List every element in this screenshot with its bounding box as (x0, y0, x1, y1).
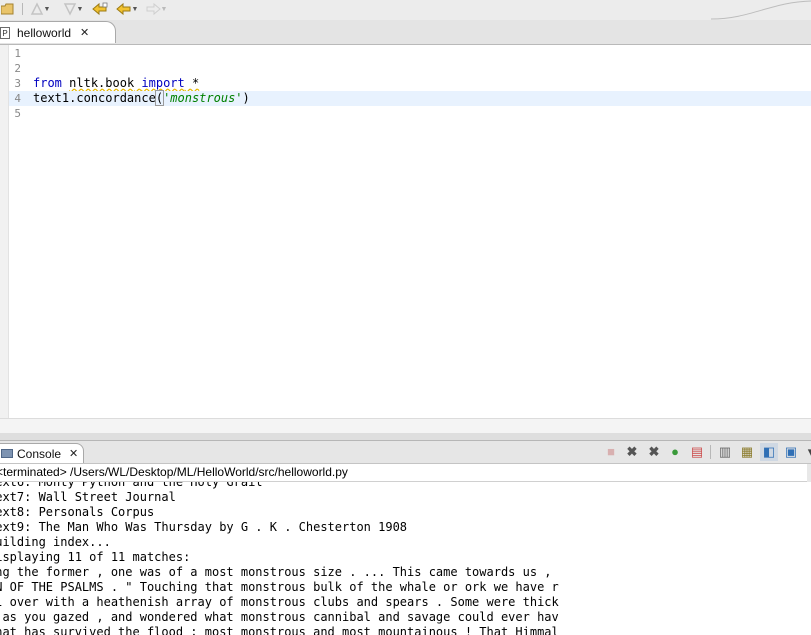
code-text: text1.concordance('monstrous') (33, 90, 250, 106)
close-icon[interactable]: ✕ (69, 447, 78, 460)
back-arrow-icon[interactable]: ▼ (113, 1, 141, 17)
stop-icon[interactable]: ■ (602, 443, 620, 461)
new-console-icon[interactable]: ▾ (802, 443, 811, 461)
debug-settings-icon[interactable]: ● (666, 443, 684, 461)
code-line-current[interactable]: 4 text1.concordance('monstrous') (0, 90, 811, 106)
console-line: ON OF THE PSALMS . " Touching that monst… (0, 580, 559, 594)
panel-sash[interactable] (0, 433, 811, 441)
remove-all-terminated-icon[interactable]: ✖ (645, 443, 663, 461)
code-line[interactable]: 1 (0, 46, 811, 61)
console-icon (1, 449, 13, 458)
console-output[interactable]: text6: Monty Python and the Holy Grail t… (0, 482, 811, 635)
display-selected-console-icon[interactable]: ▣ (782, 443, 800, 461)
import-star: * (192, 76, 200, 90)
line-number: 2 (14, 62, 21, 75)
console-line: ong the former , one was of a most monst… (0, 565, 552, 579)
console-line: text6: Monty Python and the Holy Grail (0, 482, 263, 489)
console-header: Console ✕ ■ ✖ ✖ ● ▤ ▥ ▦ ◧ ▣ ▾ (0, 441, 811, 464)
code-line[interactable]: 3 from nltk.book import * (0, 76, 811, 91)
code-text: from nltk.book import * (33, 76, 199, 91)
code-editor[interactable]: 1 2 3 from nltk.book import * 4 text1.co… (0, 45, 811, 418)
close-paren: ) (242, 91, 250, 105)
next-annotation-icon[interactable]: ▼ (60, 1, 86, 17)
console-line: text7: Wall Street Journal (0, 490, 176, 504)
editor-horizontal-scrollbar[interactable] (0, 418, 811, 433)
line-number: 4 (14, 92, 21, 105)
console-line: Building index... (0, 535, 111, 549)
tab-label: helloworld (17, 25, 72, 40)
console-line: text8: Personals Corpus (0, 505, 155, 519)
annotation-ruler (0, 45, 9, 418)
remove-launch-icon[interactable]: ✖ (623, 443, 641, 461)
keyword-import: import (141, 76, 185, 90)
pin-console-icon[interactable]: ◧ (760, 443, 778, 461)
open-paren: ( (154, 90, 165, 106)
editor-tab-bar: P helloworld ✕ (0, 20, 811, 45)
warning-span: nltk.book import * (69, 76, 199, 90)
console-line: text9: The Man Who Was Thursday by G . K… (0, 520, 408, 534)
keyword-from: from (33, 76, 62, 90)
toolbar-separator (22, 3, 23, 15)
console-line: that has survived the flood ; most monst… (0, 625, 559, 635)
previous-annotation-icon[interactable]: ▼ (29, 1, 51, 17)
close-icon[interactable]: ✕ (80, 26, 89, 39)
module-name: nltk.book (69, 76, 135, 90)
line-number: 5 (14, 107, 21, 120)
scroll-lock-icon[interactable]: ▥ (716, 443, 734, 461)
code-line[interactable]: 5 (0, 106, 811, 121)
string-literal: 'monstrous' (163, 91, 243, 105)
toolbar-separator (710, 445, 711, 459)
word-wrap-icon[interactable]: ▦ (738, 443, 756, 461)
tab-console[interactable]: Console ✕ (0, 443, 84, 463)
console-line: d as you gazed , and wondered what monst… (0, 610, 559, 624)
console-tab-label: Console (17, 446, 62, 461)
clear-console-icon[interactable]: ▤ (688, 443, 706, 461)
console-line: ll over with a heathenish array of monst… (0, 595, 559, 609)
tab-helloworld[interactable]: P helloworld ✕ (0, 21, 116, 43)
line-number: 1 (14, 47, 21, 60)
python-file-icon: P (0, 26, 10, 39)
line-number: 3 (14, 77, 21, 90)
main-toolbar: ▼ ▼ ▼ ▼ (0, 0, 811, 20)
last-edit-location-icon[interactable] (91, 1, 109, 17)
console-status-label: <terminated> /Users/WL/Desktop/ML/HelloW… (0, 464, 807, 482)
console-line: Displaying 11 of 11 matches: (0, 550, 191, 564)
perspective-bar-edge (711, 0, 811, 20)
code-line[interactable]: 2 (0, 61, 811, 76)
open-folder-icon[interactable] (0, 1, 14, 17)
method-call: text1.concordance (33, 91, 156, 105)
forward-arrow-icon[interactable]: ▼ (142, 1, 170, 17)
